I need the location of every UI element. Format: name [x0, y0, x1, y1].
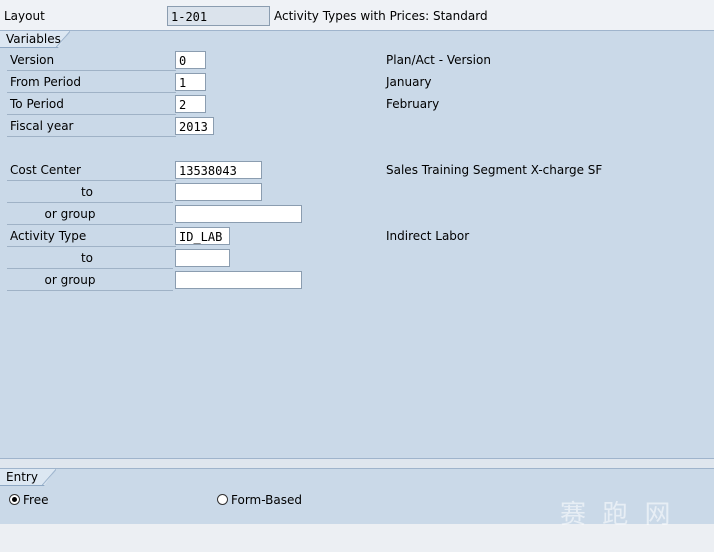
activity-type-to-field[interactable]: [175, 249, 230, 267]
form-based-radio-label[interactable]: Form-Based: [231, 491, 302, 509]
version-label: Version: [7, 50, 176, 71]
entry-tab-edge: [42, 469, 56, 485]
cost-center-to-field[interactable]: [175, 183, 262, 201]
from-period-label: From Period: [7, 72, 176, 93]
version-field[interactable]: 0: [175, 51, 206, 69]
activity-type-group-label: or group: [7, 270, 173, 291]
from-period-description: January: [386, 75, 432, 89]
free-radio-label[interactable]: Free: [23, 491, 48, 509]
fiscal-year-label: Fiscal year: [7, 116, 176, 137]
activity-type-to-text: to: [80, 251, 94, 265]
activity-type-field[interactable]: ID_LAB: [175, 227, 230, 245]
layout-description: Activity Types with Prices: Standard: [274, 9, 488, 23]
layout-label: Layout: [4, 9, 45, 23]
cost-center-description: Sales Training Segment X-charge SF: [386, 163, 603, 177]
cost-center-group-text: or group: [44, 207, 96, 221]
version-description: Plan/Act - Version: [386, 53, 491, 67]
fiscal-year-field[interactable]: 2013: [175, 117, 214, 135]
activity-type-label: Activity Type: [7, 226, 176, 247]
variables-tab-edge: [56, 31, 70, 47]
to-period-description: February: [386, 97, 440, 111]
layout-field[interactable]: 1-201: [167, 6, 270, 26]
from-period-field[interactable]: 1: [175, 73, 206, 91]
cost-center-to-text: to: [80, 185, 94, 199]
to-period-field[interactable]: 2: [175, 95, 206, 113]
watermark-logo: 赛 跑 网: [560, 500, 675, 530]
cost-center-field[interactable]: 13538043: [175, 161, 262, 179]
cost-center-to-label: to: [7, 182, 173, 203]
activity-type-description: Indirect Labor: [386, 229, 470, 243]
activity-type-to-label: to: [7, 248, 173, 269]
activity-type-group-text: or group: [44, 273, 96, 287]
cost-center-group-label: or group: [7, 204, 173, 225]
free-radio[interactable]: [9, 494, 20, 505]
cost-center-label: Cost Center: [7, 160, 176, 181]
activity-type-group-field[interactable]: [175, 271, 302, 289]
cost-center-group-field[interactable]: [175, 205, 302, 223]
to-period-label: To Period: [7, 94, 176, 115]
form-based-radio[interactable]: [217, 494, 228, 505]
